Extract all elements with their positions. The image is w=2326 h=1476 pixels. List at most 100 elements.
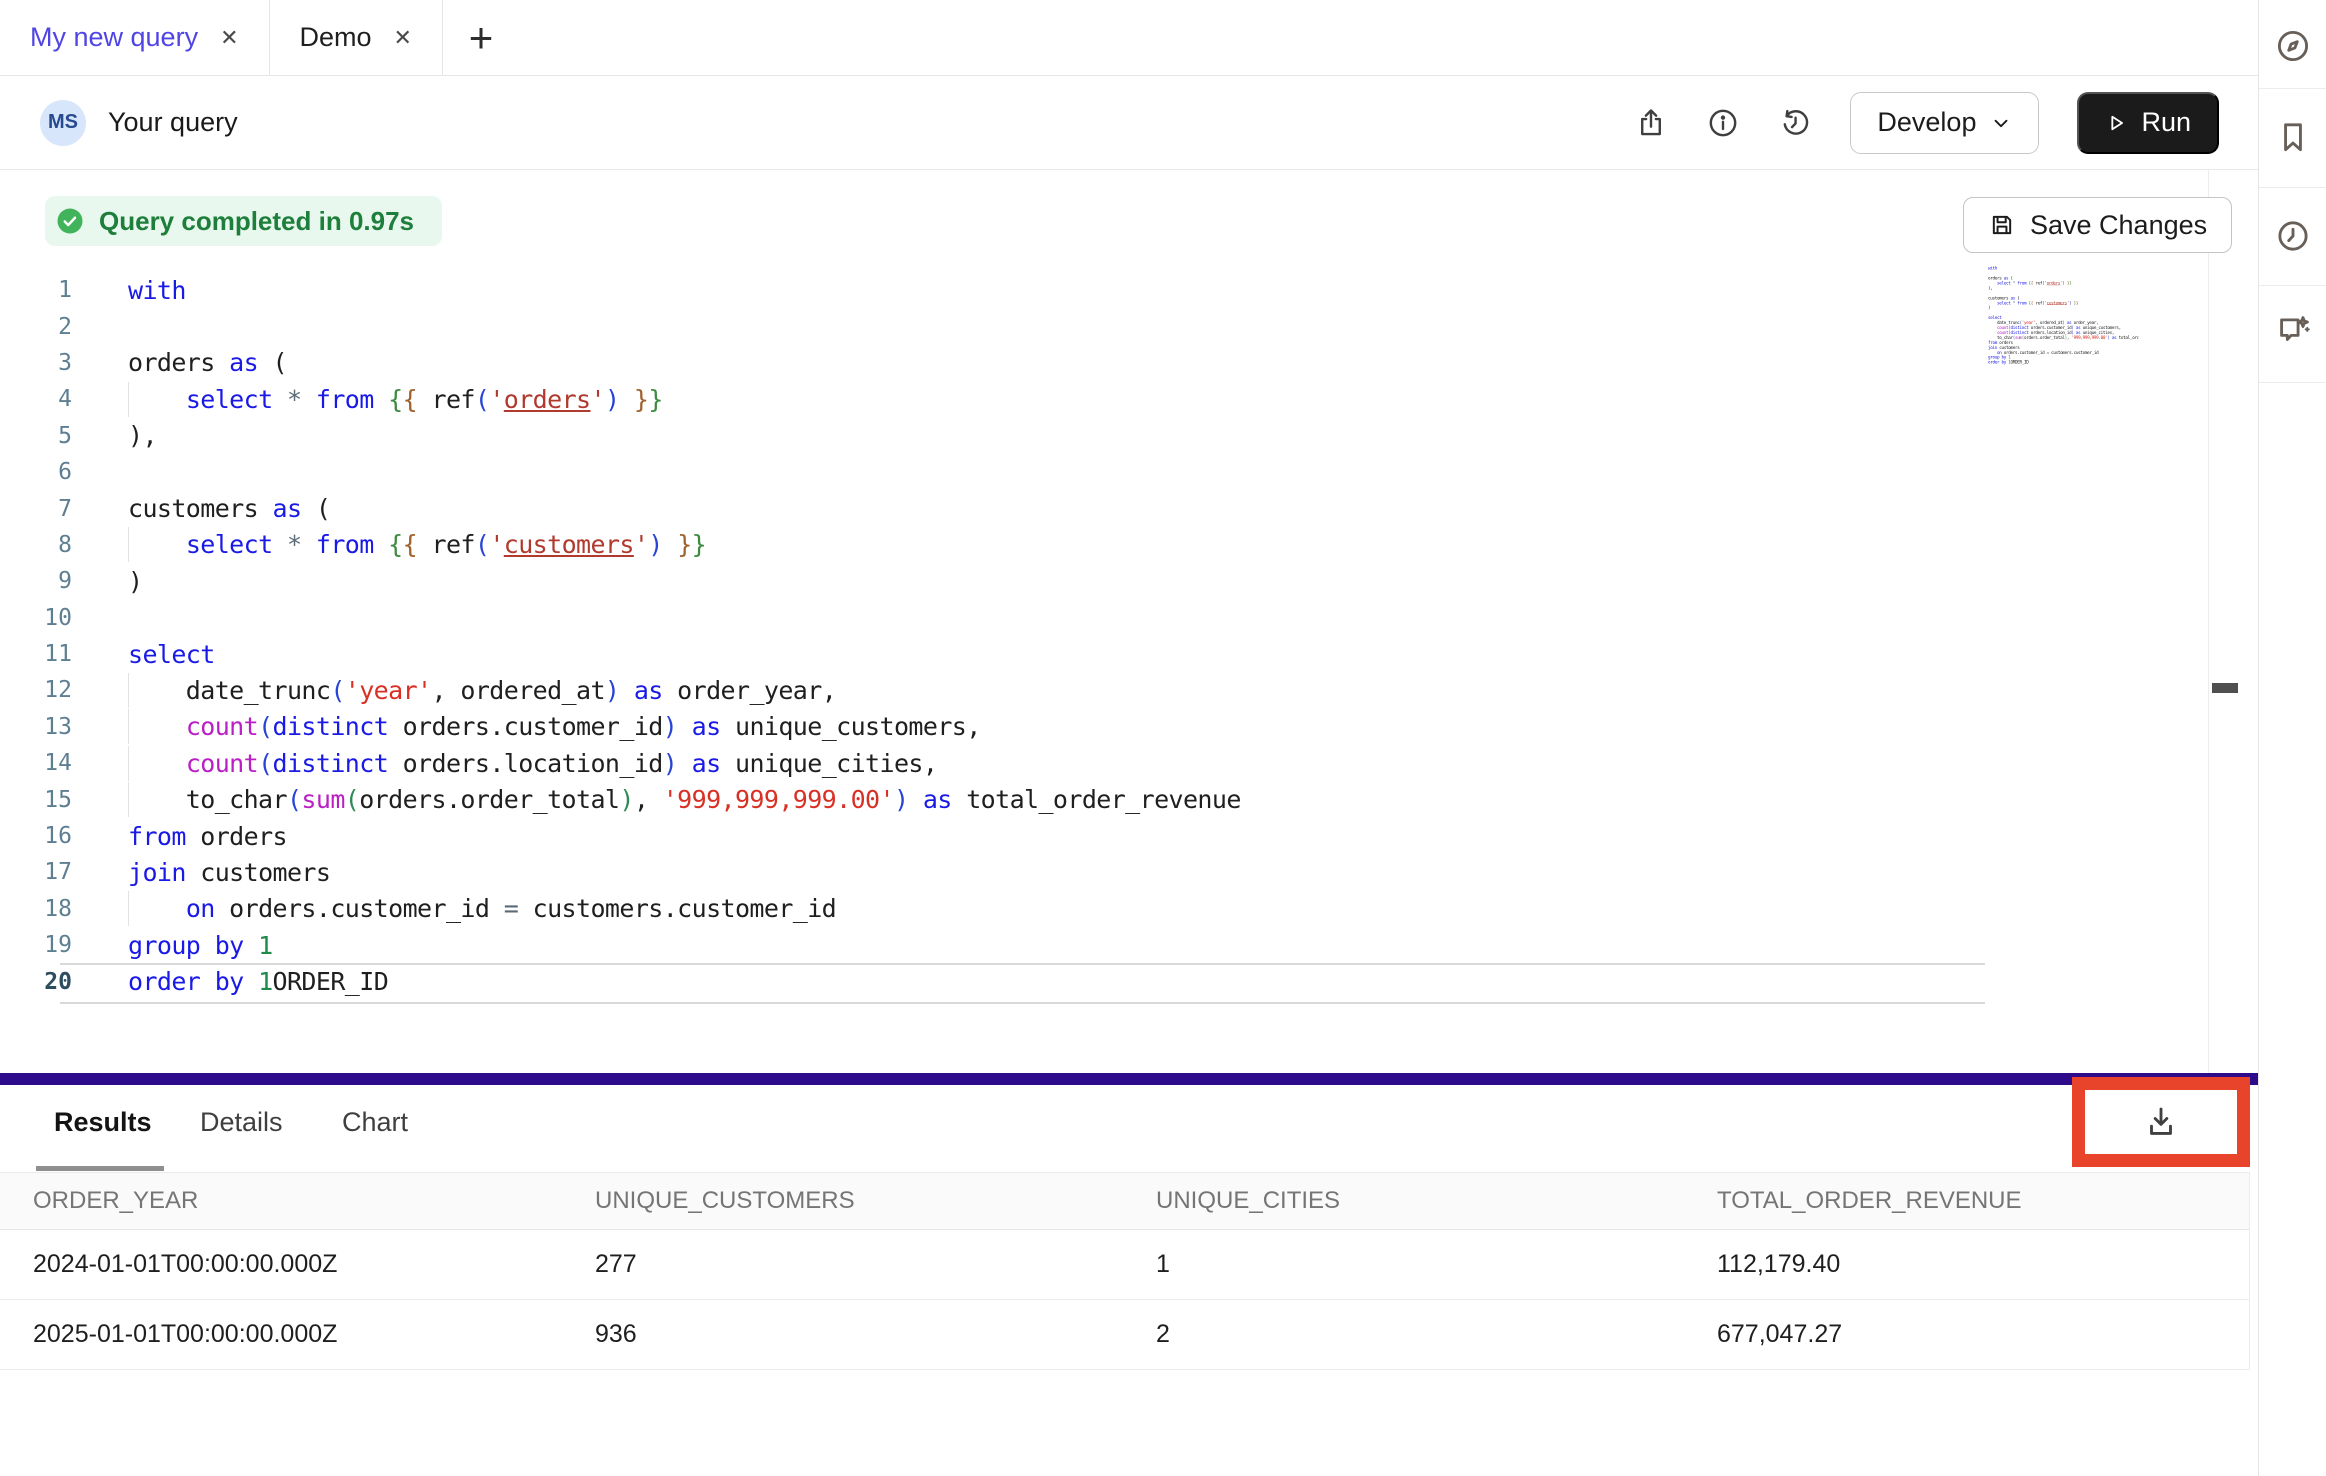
tab-demo[interactable]: Demo ✕ [270,0,443,75]
sql-editor-area: Query completed in 0.97s Save Changes 1 w… [0,170,2258,1073]
line-number: 9 [0,568,72,594]
chevron-down-icon [1990,112,2012,134]
app-window: My new query ✕ Demo ✕ + MS Your query De… [0,0,2326,1476]
code-line-12[interactable]: 12 date_trunc('year', ordered_at) as ord… [0,672,2208,708]
line-number: 5 [0,423,72,449]
code-text: to_char(sum(orders.order_total), '999,99… [128,785,1241,814]
play-icon [2105,112,2127,134]
new-tab-button[interactable]: + [443,0,519,75]
line-number: 1 [0,277,72,303]
table-row[interactable]: 2024-01-01T00:00:00.000Z2771112,179.40 [0,1230,2249,1300]
code-line-14[interactable]: 14 count(distinct orders.location_id) as… [0,745,2208,781]
line-number: 11 [0,641,72,667]
bookmark-icon[interactable] [2274,118,2312,156]
code-text: select * from {{ ref('orders') }} [128,385,663,414]
code-text: with [128,276,186,305]
develop-dropdown[interactable]: Develop [1850,92,2039,154]
column-header: ORDER_YEAR [33,1187,595,1215]
check-circle-icon [55,206,85,236]
line-number: 13 [0,714,72,740]
code-text: on orders.customer_id = customers.custom… [128,894,836,923]
code-text: order by 1ORDER_ID [128,967,388,996]
table-cell: 2024-01-01T00:00:00.000Z [33,1250,595,1279]
code-line-8[interactable]: 8 select * from {{ ref('customers') }} [0,527,2208,563]
table-row[interactable]: 2025-01-01T00:00:00.000Z9362677,047.27 [0,1300,2249,1370]
line-number: 7 [0,496,72,522]
column-header: UNIQUE_CITIES [1156,1187,1717,1215]
tab-results[interactable]: Results [54,1107,152,1138]
code-editor[interactable]: 1 with 2 3 orders as ( 4 select * from {{ ref… [0,272,2208,1000]
code-line-2[interactable]: 2 [0,308,2208,344]
tab-chart[interactable]: Chart [342,1107,408,1138]
query-status-badge: Query completed in 0.97s [45,196,442,246]
line-number: 6 [0,459,72,485]
code-text: orders as ( [128,348,287,377]
code-line-11[interactable]: 11 select [0,636,2208,672]
compass-icon[interactable] [2274,27,2312,65]
code-line-3[interactable]: 3 orders as ( [0,345,2208,381]
code-line-7[interactable]: 7 customers as ( [0,490,2208,526]
code-line-16[interactable]: 16from orders [0,818,2208,854]
header-actions: Develop Run [1634,92,2219,154]
code-line-18[interactable]: 18 on orders.customer_id = customers.cus… [0,891,2208,927]
tab-label: Demo [300,22,372,53]
rail-divider [2259,382,2326,383]
code-text: customers as ( [128,494,330,523]
download-annotation-box [2072,1077,2250,1167]
line-number: 3 [0,350,72,376]
info-icon[interactable] [1706,106,1740,140]
code-line-6[interactable]: 6 [0,454,2208,490]
line-number: 15 [0,787,72,813]
code-text: ), [128,421,157,450]
panel-splitter[interactable] [0,1073,2258,1085]
code-text: from orders [128,822,287,851]
history-icon[interactable] [1778,106,1812,140]
column-header: TOTAL_ORDER_REVENUE [1717,1187,2249,1215]
rail-divider [2259,187,2326,188]
table-cell: 277 [595,1250,1156,1279]
download-icon[interactable] [2142,1103,2180,1141]
page-title: Your query [108,107,238,138]
code-text: date_trunc('year', ordered_at) as order_… [128,676,836,705]
run-button[interactable]: Run [2077,92,2219,154]
save-icon [1988,211,2016,239]
tab-my-new-query[interactable]: My new query ✕ [0,0,270,75]
table-cell: 2 [1156,1320,1717,1349]
editor-tabbar: My new query ✕ Demo ✕ + [0,0,2258,76]
code-line-10[interactable]: 10 [0,600,2208,636]
close-icon[interactable]: ✕ [394,27,412,49]
minimap[interactable]: withorders as ( select * from {{ ref('or… [1988,266,2138,365]
code-line-9[interactable]: 9) [0,563,2208,599]
share-icon[interactable] [1634,106,1668,140]
clock-icon[interactable] [2274,217,2312,255]
code-line-19[interactable]: 19 group by 1 [0,927,2208,963]
avatar: MS [40,100,86,146]
save-label: Save Changes [2030,210,2207,241]
results-table: ORDER_YEARUNIQUE_CUSTOMERSUNIQUE_CITIEST… [0,1172,2250,1370]
scrollbar-thumb[interactable] [2212,683,2238,693]
line-number: 19 [0,932,72,958]
code-line-1[interactable]: 1 with [0,272,2208,308]
tab-details[interactable]: Details [200,1107,283,1138]
save-changes-button[interactable]: Save Changes [1963,197,2232,253]
tab-label: My new query [30,22,198,53]
column-header: UNIQUE_CUSTOMERS [595,1187,1156,1215]
code-line-5[interactable]: 5), [0,418,2208,454]
table-cell: 1 [1156,1250,1717,1279]
code-text: select [128,640,215,669]
ai-chat-icon[interactable] [2274,311,2312,349]
line-number: 20 [0,969,72,995]
code-line-13[interactable]: 13 count(distinct orders.customer_id) as… [0,709,2208,745]
code-line-4[interactable]: 4 select * from {{ ref('orders') }} [0,381,2208,417]
code-text: ) [128,567,142,596]
code-line-17[interactable]: 17join customers [0,854,2208,890]
code-line-15[interactable]: 15 to_char(sum(orders.order_total), '999… [0,781,2208,817]
line-number: 4 [0,386,72,412]
editor-right-border [2208,170,2209,1073]
code-text: group by 1 [128,931,273,960]
code-text: join customers [128,858,330,887]
close-icon[interactable]: ✕ [220,27,238,49]
table-cell: 2025-01-01T00:00:00.000Z [33,1320,595,1349]
code-line-20[interactable]: 20 order by 1ORDER_ID [0,963,2208,999]
code-text: count(distinct orders.customer_id) as un… [128,712,981,741]
